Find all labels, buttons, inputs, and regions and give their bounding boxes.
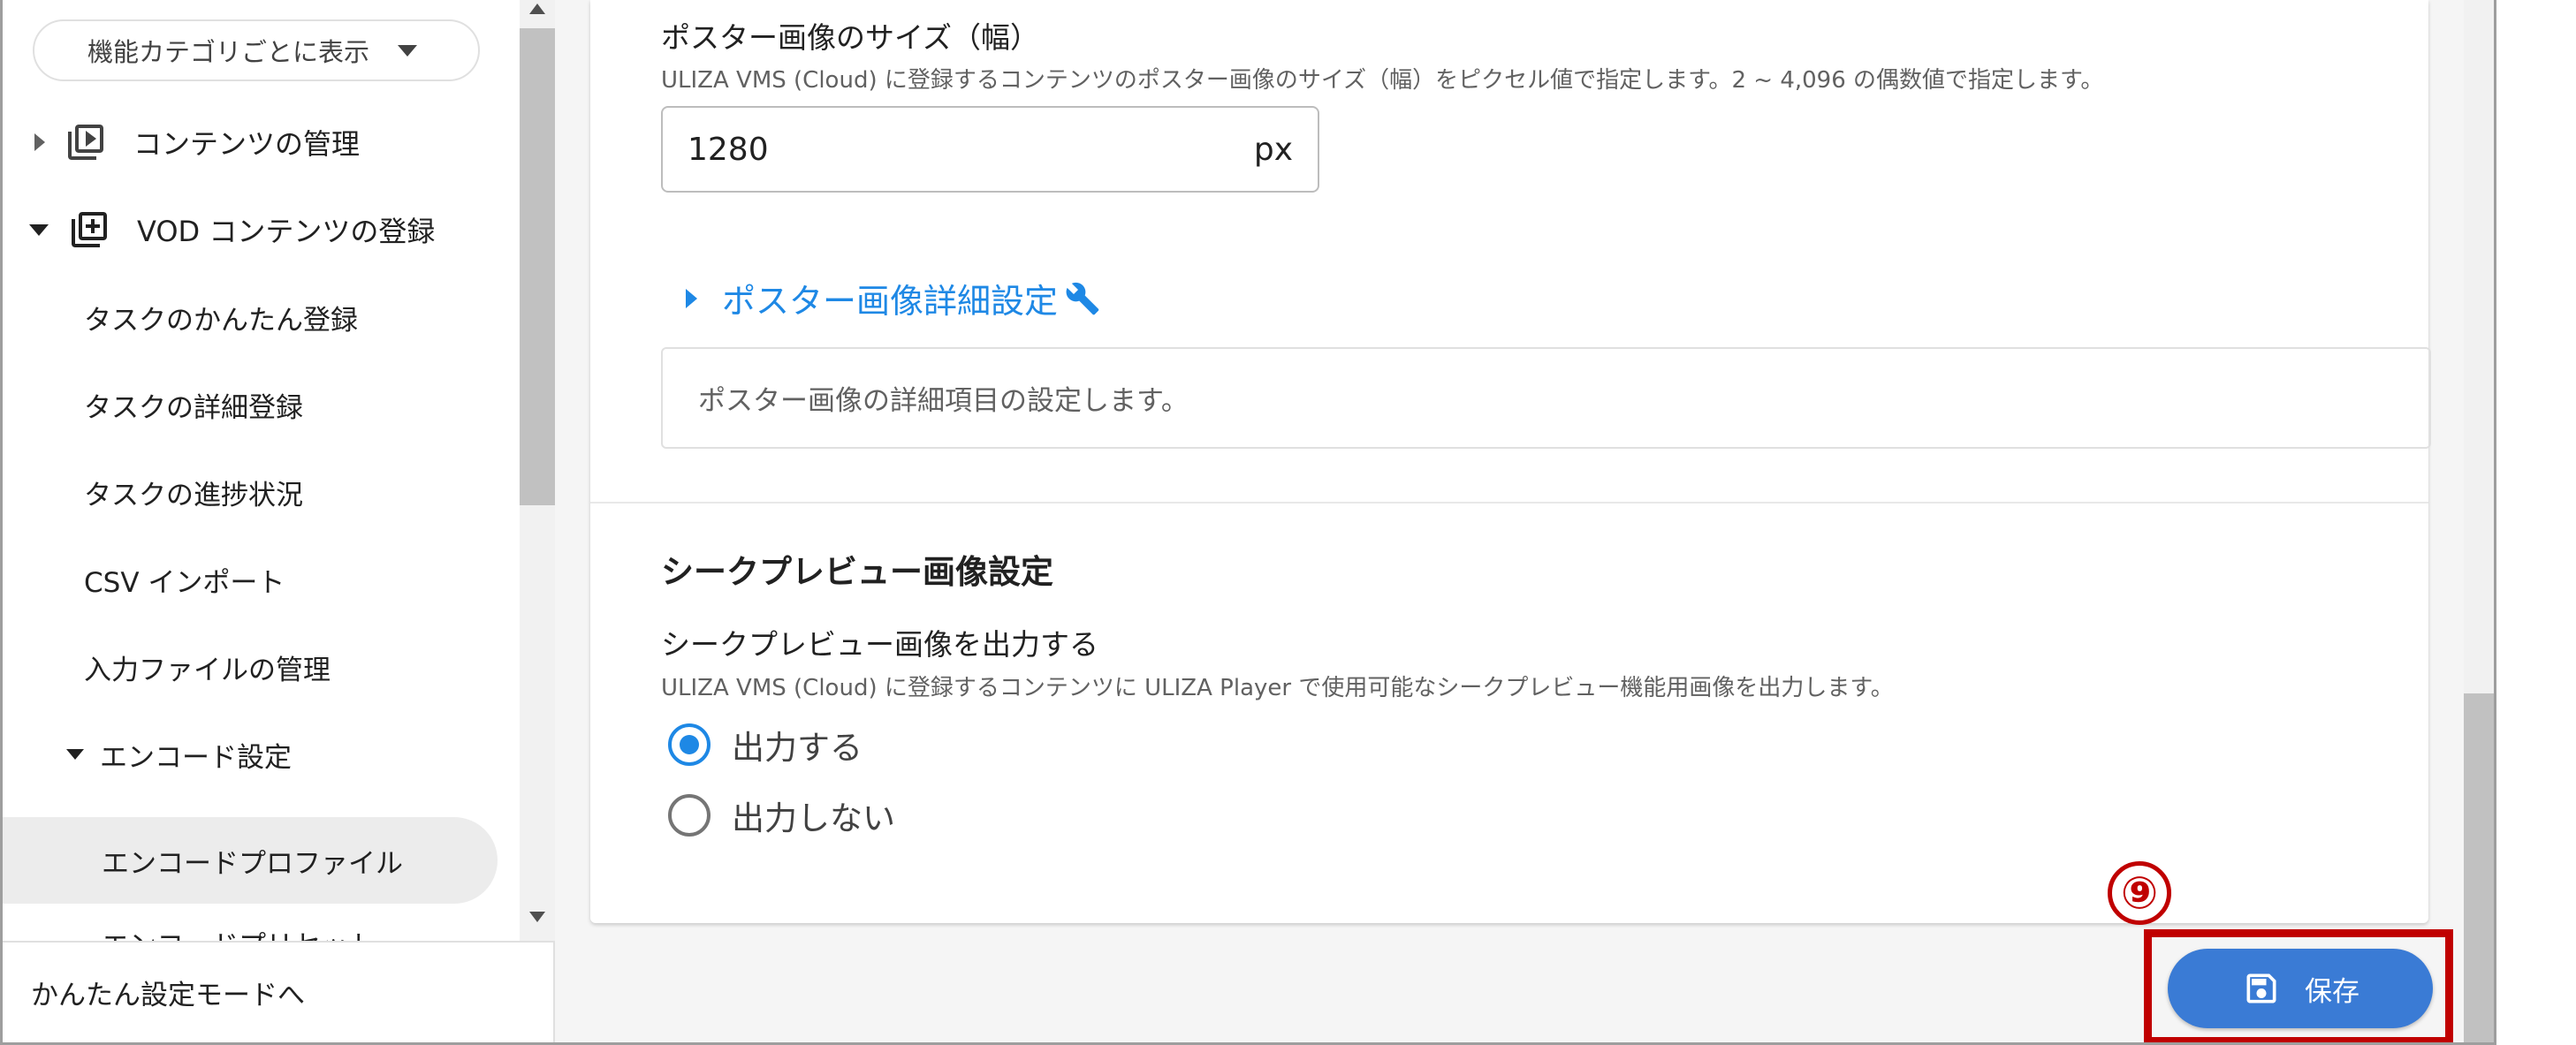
radio-label: 出力する [732,729,862,767]
poster-width-label: ポスター画像のサイズ（幅） [661,20,1040,55]
collapse-arrow-icon [66,749,84,760]
scrollbar-thumb[interactable] [2464,693,2494,1042]
poster-width-input[interactable]: 1280 px [661,106,1319,193]
seek-preview-help: ULIZA VMS (Cloud) に登録するコンテンツに ULIZA Play… [661,675,1894,701]
scroll-down-icon[interactable] [529,912,545,922]
scroll-up-icon[interactable] [529,4,545,14]
sidebar-item-input-files[interactable]: 入力ファイルの管理 [84,647,331,687]
expand-arrow-icon [686,288,697,308]
category-display-select[interactable]: 機能カテゴリごとに表示 [33,19,480,81]
sidebar-item-label: エンコード設定 [100,741,292,774]
step-number-marker: ⑨ [2108,861,2171,925]
save-icon [2241,968,2282,1009]
poster-width-unit: px [1253,131,1293,168]
expand-arrow-icon [34,133,45,151]
seek-preview-label: シークプレビュー画像を出力する [661,627,1098,662]
sidebar-item-encode-preset[interactable]: エンコードプリセット [102,923,376,941]
poster-advanced-desc: ポスター画像の詳細項目の設定します。 [698,385,1189,417]
seek-preview-section-title: シークプレビュー画像設定 [661,553,1053,591]
chevron-down-icon [398,44,418,57]
outer-background [2496,0,2576,1045]
collapse-arrow-icon [29,223,49,236]
app-window: 機能カテゴリごとに表示 コンテンツの管理 VOD コンテンツの登録 タスクのかん… [0,0,2496,1045]
poster-advanced-panel: ポスター画像の詳細項目の設定します。 [661,347,2431,449]
main-scrollbar[interactable] [2464,0,2494,1042]
sidebar-scrollbar[interactable] [520,0,555,941]
poster-advanced-toggle[interactable]: ポスター画像詳細設定 [686,274,1100,322]
sidebar-item-encode-settings[interactable]: エンコード設定 [3,730,520,779]
sidebar-item-quick-task[interactable]: タスクのかんたん登録 [84,298,358,337]
main-content: ポスター画像のサイズ（幅） ULIZA VMS (Cloud) に登録するコンテ… [555,0,2494,1042]
radio-unchecked-icon [668,794,710,837]
easy-mode-link[interactable]: かんたん設定モードへ [3,941,553,1042]
add-library-icon [66,207,112,253]
sidebar-item-label: コンテンツの管理 [133,127,361,161]
sidebar-item-task-progress[interactable]: タスクの進捗状況 [84,473,303,512]
category-select-label: 機能カテゴリごとに表示 [87,37,370,67]
play-library-icon [63,119,109,165]
poster-advanced-label: ポスター画像詳細設定 [722,282,1059,321]
poster-width-value: 1280 [688,131,769,168]
save-button[interactable]: 保存 [2168,949,2433,1028]
sidebar-item-detailed-task[interactable]: タスクの詳細登録 [84,385,303,425]
settings-card: ポスター画像のサイズ（幅） ULIZA VMS (Cloud) に登録するコンテ… [590,0,2431,923]
radio-output-yes[interactable]: 出力する [668,721,862,769]
radio-output-no[interactable]: 出力しない [668,791,895,839]
sidebar-item-vod-registration[interactable]: VOD コンテンツの登録 [3,205,520,254]
sidebar-item-csv-import[interactable]: CSV インポート [84,560,285,600]
poster-width-help: ULIZA VMS (Cloud) に登録するコンテンツのポスター画像のサイズ（… [661,67,2104,94]
sidebar: 機能カテゴリごとに表示 コンテンツの管理 VOD コンテンツの登録 タスクのかん… [3,0,555,1042]
scrollbar-thumb[interactable] [520,28,555,505]
sidebar-scroll-area: 機能カテゴリごとに表示 コンテンツの管理 VOD コンテンツの登録 タスクのかん… [3,0,520,941]
section-divider [590,502,2428,504]
easy-mode-label: かんたん設定モードへ [31,980,305,1011]
sidebar-item-contents-management[interactable]: コンテンツの管理 [3,117,520,167]
wrench-icon [1065,281,1100,316]
sidebar-item-label: VOD コンテンツの登録 [137,215,436,248]
radio-checked-icon [668,723,710,766]
radio-label: 出力しない [732,799,895,837]
save-button-label: 保存 [2305,975,2359,1008]
sidebar-item-label: エンコードプロファイル [102,848,403,880]
